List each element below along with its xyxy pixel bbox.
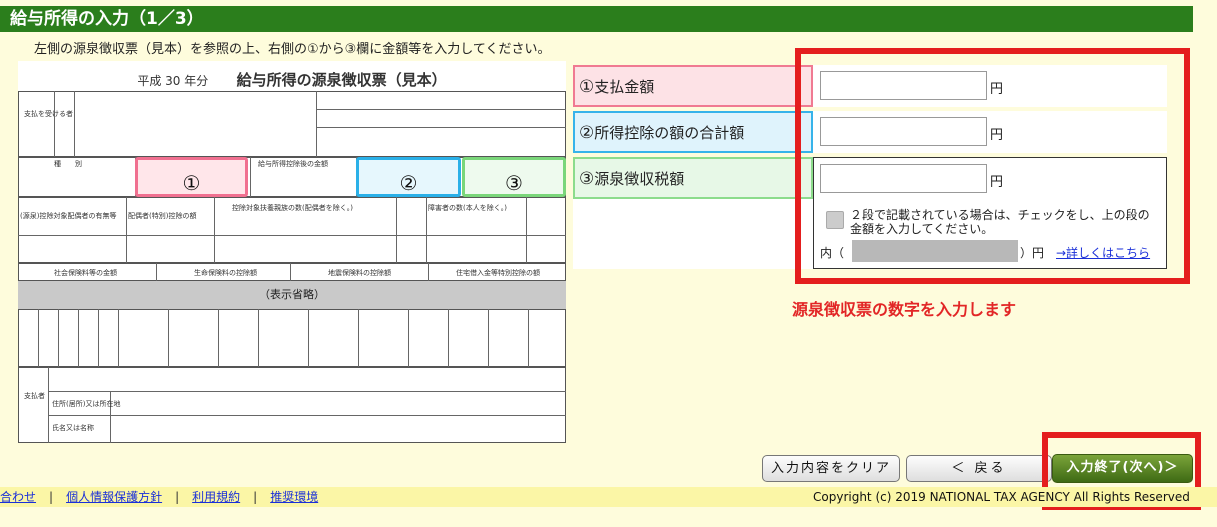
mark-2-deduction-total: ② [356, 157, 461, 197]
sample-doc-title: 平成 30 年分 給与所得の源泉徴収票（見本） [18, 69, 566, 90]
clear-button[interactable]: 入力内容をクリア [762, 455, 900, 482]
label-spouse-deduction: 配偶者(特別)控除の額 [128, 212, 197, 220]
label-spouse-status: (源泉)控除対象配偶者の有無等 [20, 212, 117, 220]
label-social-insurance: 社会保険料等の金額 [54, 269, 117, 277]
footer-link-terms[interactable]: 利用規約 [192, 490, 240, 504]
label-disabled: 障害者の数(本人を除く。) [428, 204, 507, 212]
label-payment-amount: ①支払金額 [573, 65, 813, 107]
mark-1-payment-amount: ① [135, 157, 248, 197]
footer: 合わせ | 個人情報保護方針 | 利用規約 | 推奨環境 Copyright (c) 201… [0, 487, 1217, 507]
label-deduction-total: ②所得控除の額の合計額 [573, 111, 813, 153]
footer-link-privacy[interactable]: 個人情報保護方針 [66, 490, 162, 504]
footer-link-environment[interactable]: 推奨環境 [270, 490, 318, 504]
label-payer: 支払者 [24, 392, 45, 400]
sample-doc-main-title: 給与所得の源泉徴収票（見本） [236, 71, 447, 89]
label-payer-name: 氏名又は名称 [52, 424, 94, 432]
instruction-text: 左側の源泉徴収票（見本）を参照の上、右側の①から③欄に金額等を入力してください。 [34, 42, 551, 57]
label-type: 種 別 [54, 160, 82, 168]
sample-doc-era: 平成 30 年分 [137, 74, 209, 88]
footer-links: 合わせ | 個人情報保護方針 | 利用規約 | 推奨環境 [0, 490, 319, 504]
label-dependents: 控除対象扶養親族の数(配偶者を除く。) [232, 204, 353, 212]
details-grid [18, 309, 566, 367]
page-title: 給与所得の入力（1／3） [0, 6, 1193, 32]
back-button[interactable]: ＜ 戻る [906, 455, 1052, 482]
highlight-input-area [795, 48, 1190, 284]
label-payer-address: 住所(居所)又は所在地 [52, 400, 121, 408]
label-housing-loan: 住宅借入金等特別控除の額 [456, 269, 540, 277]
annotation-note: 源泉徴収票の数字を入力します [792, 300, 1017, 319]
label-withholding-tax: ③源泉徴収税額 [573, 157, 813, 199]
omitted-label: （表示省略） [259, 288, 325, 301]
recipient-section [18, 91, 566, 157]
label-after-deduction: 給与所得控除後の金額 [258, 160, 328, 168]
mark-3-withholding-tax: ③ [462, 157, 566, 197]
label-recipient: 支払を受ける者 [24, 110, 73, 118]
copyright: Copyright (c) 2019 NATIONAL TAX AGENCY A… [813, 490, 1190, 504]
footer-link-contact[interactable]: 合わせ [0, 490, 36, 504]
label-life-insurance: 生命保険料の控除額 [194, 269, 257, 277]
sample-withholding-slip: 平成 30 年分 給与所得の源泉徴収票（見本） 支払を受ける者 種 別 給与所得… [18, 61, 566, 443]
label-earthquake-insurance: 地震保険料の控除額 [328, 269, 391, 277]
